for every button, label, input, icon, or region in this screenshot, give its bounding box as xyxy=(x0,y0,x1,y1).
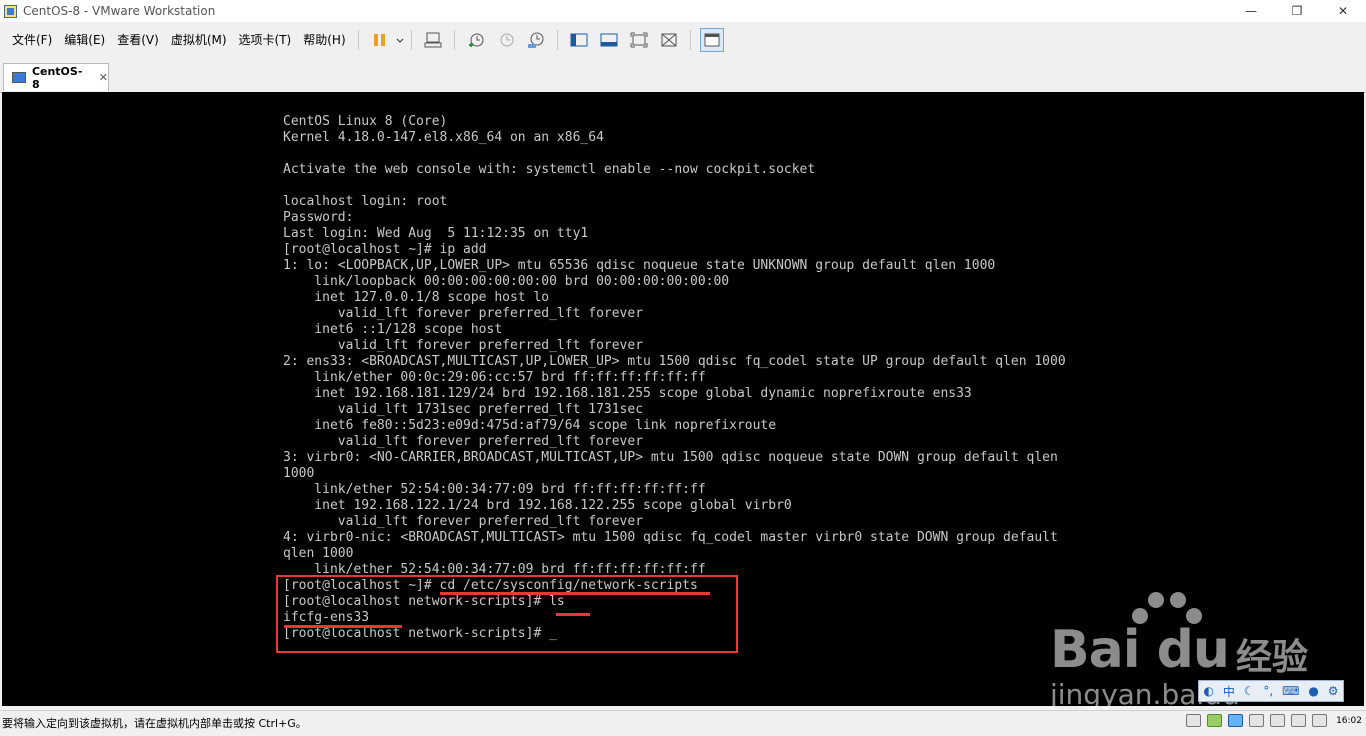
unity-icon[interactable] xyxy=(657,28,681,52)
title-bar: CentOS-8 - VMware Workstation — ❐ ✕ xyxy=(0,0,1366,22)
annotation-underline-cd xyxy=(440,592,710,595)
thumbnail-bar-icon[interactable] xyxy=(597,28,621,52)
console-line: 1000 xyxy=(283,466,315,481)
ime-logo-icon[interactable]: ◐ xyxy=(1203,684,1213,698)
toolbar-separator xyxy=(357,30,359,50)
console-line: CentOS Linux 8 (Core) xyxy=(283,114,448,129)
show-library-icon[interactable] xyxy=(567,28,591,52)
printer-icon[interactable] xyxy=(1270,714,1286,727)
console-line: inet 192.168.181.129/24 brd 192.168.181.… xyxy=(283,386,972,401)
console-line: inet6 fe80::5d23:e09d:475d:af79/64 scope… xyxy=(283,418,777,433)
console-line: inet 127.0.0.1/8 scope host lo xyxy=(283,290,550,305)
menu-help[interactable]: 帮助(H) xyxy=(297,26,351,54)
console-line: valid_lft forever preferred_lft forever xyxy=(283,338,644,353)
cd-dvd-icon[interactable] xyxy=(1207,714,1223,727)
console-line: qlen 1000 xyxy=(283,546,354,561)
tab-bar: CentOS-8 ✕ xyxy=(0,58,1366,93)
hard-disk-icon[interactable] xyxy=(1186,714,1202,727)
console-line: [root@localhost ~]# ip add xyxy=(283,242,487,257)
menu-edit[interactable]: 编辑(E) xyxy=(58,26,111,54)
console-line: inet6 ::1/128 scope host xyxy=(283,322,503,337)
menu-tabs[interactable]: 选项卡(T) xyxy=(233,26,298,54)
vm-console[interactable]: CentOS Linux 8 (Core) Kernel 4.18.0-147.… xyxy=(2,92,1364,711)
console-output: CentOS Linux 8 (Core) Kernel 4.18.0-147.… xyxy=(283,114,1066,642)
device-tray: 16:02 xyxy=(1183,714,1362,727)
pause-icon[interactable] xyxy=(368,28,392,52)
snapshot-manager-icon[interactable] xyxy=(524,28,548,52)
console-line: 4: virbr0-nic: <BROADCAST,MULTICAST> mtu… xyxy=(283,530,1058,545)
close-button[interactable]: ✕ xyxy=(1320,0,1366,22)
menu-view[interactable]: 查看(V) xyxy=(111,26,165,54)
console-line: 2: ens33: <BROADCAST,MULTICAST,UP,LOWER_… xyxy=(283,354,1066,369)
console-line: inet 192.168.122.1/24 brd 192.168.122.25… xyxy=(283,498,792,513)
menu-file[interactable]: 文件(F) xyxy=(6,26,58,54)
restore-button[interactable]: ❐ xyxy=(1274,0,1320,22)
tab-centos-8[interactable]: CentOS-8 ✕ xyxy=(3,63,109,91)
tab-label: CentOS-8 xyxy=(31,64,83,91)
ime-keyboard-icon[interactable]: ⌨ xyxy=(1282,684,1299,698)
menu-toolbar: 文件(F) 编辑(E) 查看(V) 虚拟机(M) 选项卡(T) 帮助(H) xyxy=(0,26,1366,54)
revert-snapshot-icon[interactable] xyxy=(494,28,518,52)
console-line: link/ether 00:0c:29:06:cc:57 brd ff:ff:f… xyxy=(283,370,706,385)
toolbar-separator xyxy=(556,30,558,50)
console-line: valid_lft 1731sec preferred_lft 1731sec xyxy=(283,402,644,417)
toolbar-separator xyxy=(453,30,455,50)
send-ctrl-alt-del-icon[interactable] xyxy=(421,28,445,52)
console-line: localhost login: root xyxy=(283,194,448,209)
console-line: link/ether 52:54:00:34:77:09 brd ff:ff:f… xyxy=(283,482,706,497)
vm-icon xyxy=(12,72,26,83)
clock: 16:02 xyxy=(1336,715,1362,726)
console-line: Last login: Wed Aug 5 11:12:35 on tty1 xyxy=(283,226,589,241)
status-bar: 要将输入定向到该虚拟机，请在虚拟机内部单击或按 Ctrl+G。 16:02 xyxy=(0,710,1366,736)
menu-vm[interactable]: 虚拟机(M) xyxy=(165,26,233,54)
ime-moon-icon[interactable]: ☾ xyxy=(1244,684,1255,698)
network-adapter-icon[interactable] xyxy=(1228,714,1244,727)
ime-lang[interactable]: 中 xyxy=(1223,683,1235,700)
window-title: CentOS-8 - VMware Workstation xyxy=(23,4,216,18)
ime-gear-icon[interactable]: ⚙ xyxy=(1328,684,1339,698)
chevron-down-icon[interactable] xyxy=(395,28,405,52)
console-line: valid_lft forever preferred_lft forever xyxy=(283,514,644,529)
console-line: Activate the web console with: systemctl… xyxy=(283,162,816,177)
minimize-button[interactable]: — xyxy=(1228,0,1274,22)
window-controls: — ❐ ✕ xyxy=(1228,0,1366,22)
console-line: valid_lft forever preferred_lft forever xyxy=(283,434,644,449)
display-icon[interactable] xyxy=(1312,714,1328,727)
ime-punct-icon[interactable]: °, xyxy=(1263,684,1273,698)
status-hint: 要将输入定向到该虚拟机，请在虚拟机内部单击或按 Ctrl+G。 xyxy=(2,717,307,730)
annotation-underline-ls xyxy=(556,613,590,616)
console-line: 1: lo: <LOOPBACK,UP,LOWER_UP> mtu 65536 … xyxy=(283,258,996,273)
annotation-box xyxy=(276,575,738,653)
annotation-underline-file xyxy=(284,625,402,628)
ime-user-icon[interactable]: ● xyxy=(1308,684,1318,698)
usb-icon[interactable] xyxy=(1249,714,1265,727)
console-line: valid_lft forever preferred_lft forever xyxy=(283,306,644,321)
toolbar-separator xyxy=(410,30,412,50)
console-view-icon[interactable] xyxy=(699,28,724,52)
vmware-app-icon xyxy=(4,4,17,18)
ime-toolbar[interactable]: ◐ 中 ☾ °, ⌨ ● ⚙ xyxy=(1198,680,1344,702)
console-line: link/loopback 00:00:00:00:00:00 brd 00:0… xyxy=(283,274,730,289)
watermark-cn: 经验 xyxy=(1236,637,1309,678)
watermark-brand: Bai du xyxy=(1050,620,1230,680)
snapshot-icon[interactable] xyxy=(464,28,488,52)
fullscreen-icon[interactable] xyxy=(627,28,651,52)
toolbar-separator xyxy=(689,30,691,50)
console-line: Password: xyxy=(283,210,354,225)
sound-icon[interactable] xyxy=(1291,714,1307,727)
tab-close-icon[interactable]: ✕ xyxy=(99,71,108,84)
console-line: 3: virbr0: <NO-CARRIER,BROADCAST,MULTICA… xyxy=(283,450,1058,465)
console-line: Kernel 4.18.0-147.el8.x86_64 on an x86_6… xyxy=(283,130,604,145)
